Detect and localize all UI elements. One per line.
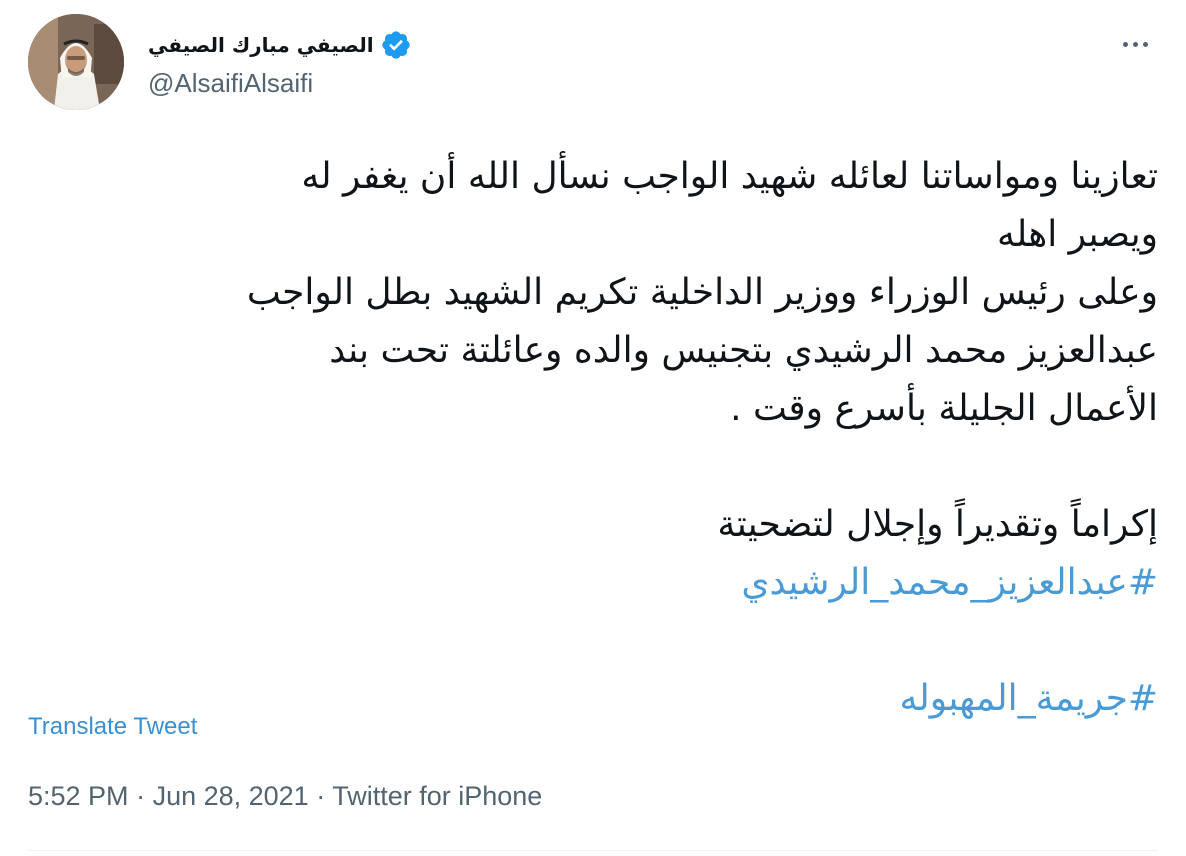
hashtag-link[interactable]: #جريمة_المهبوله [28,670,1158,728]
tweet-text-line: إكراماً وتقديراً وإجلال لتضحيتة [717,504,1158,545]
tweet-text-line: ويصبر اهله [997,214,1158,255]
tweet-metadata: 5:52 PM · Jun 28, 2021 · Twitter for iPh… [28,781,542,812]
translate-tweet-link[interactable]: Translate Tweet [28,713,197,741]
author-handle[interactable]: @AlsaifiAlsaifi [148,68,313,99]
meta-separator: · [128,781,153,811]
meta-separator: · [308,781,333,811]
more-options-button[interactable] [1112,26,1158,62]
author-display-name[interactable]: الصيفي مبارك الصيفي [148,33,374,57]
more-dot [1132,41,1138,47]
tweet-time[interactable]: 5:52 PM [28,781,129,811]
hashtag-link[interactable]: #عبدالعزيز_محمد_الرشيدي [28,554,1158,612]
tweet-text-line: وعلى رئيس الوزراء ووزير الداخلية تكريم ا… [246,272,1158,313]
tweet-text-line: الأعمال الجليلة بأسرع وقت . [730,388,1158,429]
divider [28,850,1158,851]
tweet-text: تعازينا ومواساتنا لعائله شهيد الواجب نسأ… [28,148,1158,728]
tweet-text-line: تعازينا ومواساتنا لعائله شهيد الواجب نسأ… [301,156,1158,197]
author-name-row[interactable]: الصيفي مبارك الصيفي [148,28,412,62]
profile-photo-icon [28,14,124,110]
tweet-text-line: عبدالعزيز محمد الرشيدي بتجنيس والده وعائ… [329,330,1158,371]
more-options-icon [1122,41,1128,47]
tweet-date[interactable]: Jun 28, 2021 [153,781,309,811]
tweet-source[interactable]: Twitter for iPhone [332,781,542,811]
more-dot [1142,41,1148,47]
verified-badge-icon [381,31,410,59]
tweet-card: الصيفي مبارك الصيفي @AlsaifiAlsaifi تعاز… [0,0,1186,856]
avatar[interactable] [28,14,124,110]
